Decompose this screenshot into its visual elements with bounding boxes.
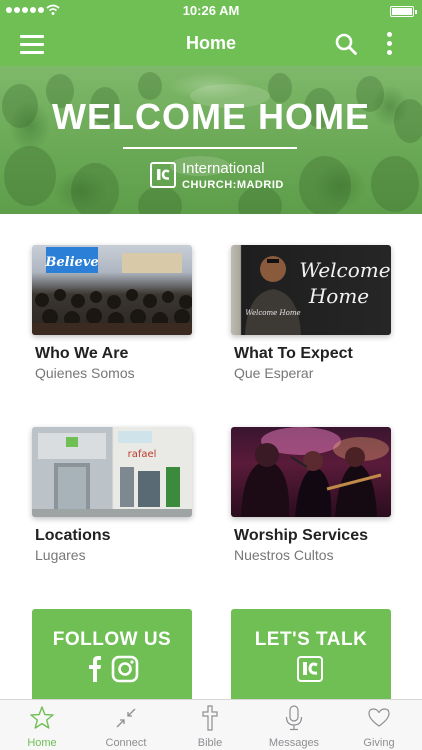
locations-image: rafael: [32, 427, 192, 517]
connect-icon: [116, 708, 136, 728]
status-time: 10:26 AM: [182, 3, 240, 18]
home-sign-text: Home: [308, 284, 369, 308]
lets-talk-button[interactable]: LET'S TALK: [231, 609, 391, 701]
tab-label: Messages: [268, 737, 320, 749]
facebook-icon: [89, 656, 101, 682]
card-title: Worship Services: [234, 527, 368, 544]
card-who-we-are[interactable]: Believe Who We Are Quienes Somos: [32, 245, 192, 381]
what-to-expect-image: Welcome Home Welcome Home: [231, 245, 391, 335]
storefront-sign-text: rafael: [128, 449, 157, 460]
card-subtitle: Que Esperar: [234, 365, 314, 381]
card-locations[interactable]: rafael Locations Lugares: [32, 427, 192, 563]
card-worship-services[interactable]: Worship Services Nuestros Cultos: [231, 427, 391, 563]
organization-name: International CHURCH:MADRID: [182, 160, 284, 192]
microphone-icon: [285, 705, 303, 731]
tab-label: Giving: [363, 737, 395, 749]
follow-us-label: FOLLOW US: [52, 629, 172, 650]
battery-icon: [390, 6, 417, 17]
tab-connect[interactable]: Connect: [84, 700, 168, 750]
card-title: Locations: [35, 527, 111, 544]
tab-label: Home: [27, 737, 57, 749]
tab-bar: Home Connect Bible Messages Giving: [0, 699, 422, 750]
cross-icon: [202, 705, 218, 731]
worship-services-image: [231, 427, 391, 517]
star-icon: [30, 706, 54, 729]
organization-name-line1: International: [182, 160, 265, 177]
tab-home[interactable]: Home: [0, 700, 84, 750]
card-what-to-expect[interactable]: Welcome Home Welcome Home What To Expect…: [231, 245, 391, 381]
follow-us-button[interactable]: FOLLOW US: [32, 609, 192, 701]
tab-label: Connect: [105, 737, 147, 749]
organization-name-line2: CHURCH:MADRID: [182, 179, 284, 191]
page-title: Home: [185, 33, 236, 53]
hero-banner: WELCOME HOME International CHURCH:MADRID: [0, 66, 422, 214]
instagram-icon: [111, 655, 139, 683]
heart-icon: [368, 708, 390, 727]
welcome-sign-text: Welcome: [299, 258, 390, 282]
believe-screen-text: Believe: [44, 255, 98, 270]
who-we-are-image: Believe: [32, 245, 192, 335]
social-icons: [89, 655, 139, 683]
tab-messages[interactable]: Messages: [252, 700, 336, 750]
card-subtitle: Nuestros Cultos: [234, 547, 334, 563]
status-bar: 10:26 AM: [0, 0, 422, 22]
card-subtitle: Quienes Somos: [35, 365, 135, 381]
card-title: What To Expect: [234, 345, 353, 362]
card-subtitle: Lugares: [35, 547, 86, 563]
church-logo-icon: [297, 656, 323, 682]
lets-talk-label: LET'S TALK: [254, 629, 368, 650]
shirt-text: Welcome Home: [245, 309, 300, 317]
church-logo-icon: [150, 162, 176, 188]
tab-label: Bible: [197, 737, 223, 749]
tab-bible[interactable]: Bible: [168, 700, 252, 750]
tab-giving[interactable]: Giving: [337, 700, 421, 750]
more-options-icon[interactable]: [384, 31, 396, 57]
nav-bar: Home: [0, 22, 422, 66]
search-icon[interactable]: [334, 32, 358, 56]
card-title: Who We Are: [35, 345, 129, 362]
hero-divider: [123, 147, 297, 149]
hero-title: WELCOME HOME: [52, 96, 370, 137]
